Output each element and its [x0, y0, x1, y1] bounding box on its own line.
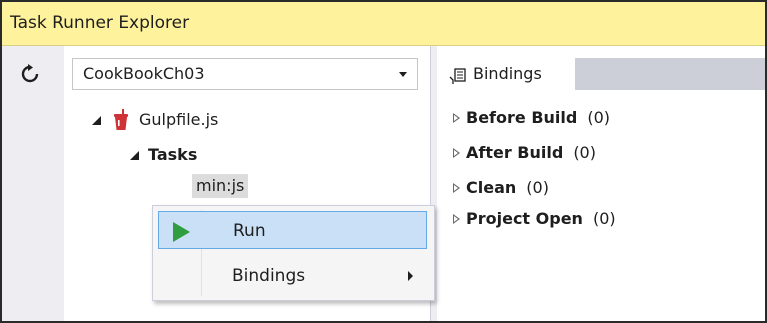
expand-triangle-icon[interactable] [453, 113, 460, 123]
binding-label: Before Build [466, 108, 578, 127]
toolbar-gutter [2, 46, 64, 321]
chevron-right-icon [408, 271, 413, 281]
bindings-pane: Bindings Before Build (0) After Build (0… [437, 46, 765, 321]
binding-project-open[interactable]: Project Open (0) [453, 207, 616, 231]
menu-item-label: Run [233, 221, 266, 241]
context-menu: Run Bindings [152, 205, 435, 301]
play-icon [173, 222, 190, 242]
tree-item-gulpfile[interactable]: Gulpfile.js [92, 108, 218, 132]
tree-item-tasks[interactable]: Tasks [130, 143, 197, 167]
collapse-triangle-icon[interactable] [92, 115, 101, 125]
collapse-triangle-icon[interactable] [130, 150, 139, 160]
binding-clean[interactable]: Clean (0) [453, 176, 549, 200]
window-title: Task Runner Explorer [2, 2, 765, 46]
menu-item-label: Bindings [232, 266, 306, 286]
binding-after-build[interactable]: After Build (0) [453, 141, 596, 165]
binding-count: (0) [526, 178, 549, 197]
project-dropdown-value: CookBookCh03 [83, 64, 205, 83]
menu-item-bindings[interactable]: Bindings [158, 257, 427, 295]
binding-count: (0) [592, 209, 616, 228]
binding-before-build[interactable]: Before Build (0) [453, 106, 610, 130]
expand-triangle-icon[interactable] [453, 214, 460, 224]
bindings-tabstrip: Bindings [437, 58, 765, 90]
menu-item-run[interactable]: Run [158, 211, 427, 249]
gulp-cup-icon [113, 109, 129, 131]
binding-label: After Build [466, 143, 564, 162]
project-dropdown[interactable]: CookBookCh03 [72, 58, 418, 90]
gulpfile-label: Gulpfile.js [139, 110, 219, 129]
binding-label: Project Open [466, 209, 583, 228]
bindings-icon [449, 65, 467, 84]
refresh-icon[interactable] [18, 62, 42, 86]
tasks-label: Tasks [148, 145, 198, 164]
chevron-down-icon[interactable] [399, 72, 407, 77]
binding-label: Clean [466, 178, 517, 197]
task-runner-window: Task Runner Explorer CookBookCh03 Gulpfi… [0, 0, 767, 323]
task-label: min:js [192, 174, 249, 198]
binding-count: (0) [587, 108, 610, 127]
expand-triangle-icon[interactable] [453, 148, 460, 158]
binding-count: (0) [573, 143, 596, 162]
tree-item-task[interactable]: min:js [192, 174, 249, 198]
tab-bindings[interactable]: Bindings [437, 58, 575, 90]
expand-triangle-icon[interactable] [453, 183, 460, 193]
tab-bindings-label: Bindings [473, 64, 542, 83]
